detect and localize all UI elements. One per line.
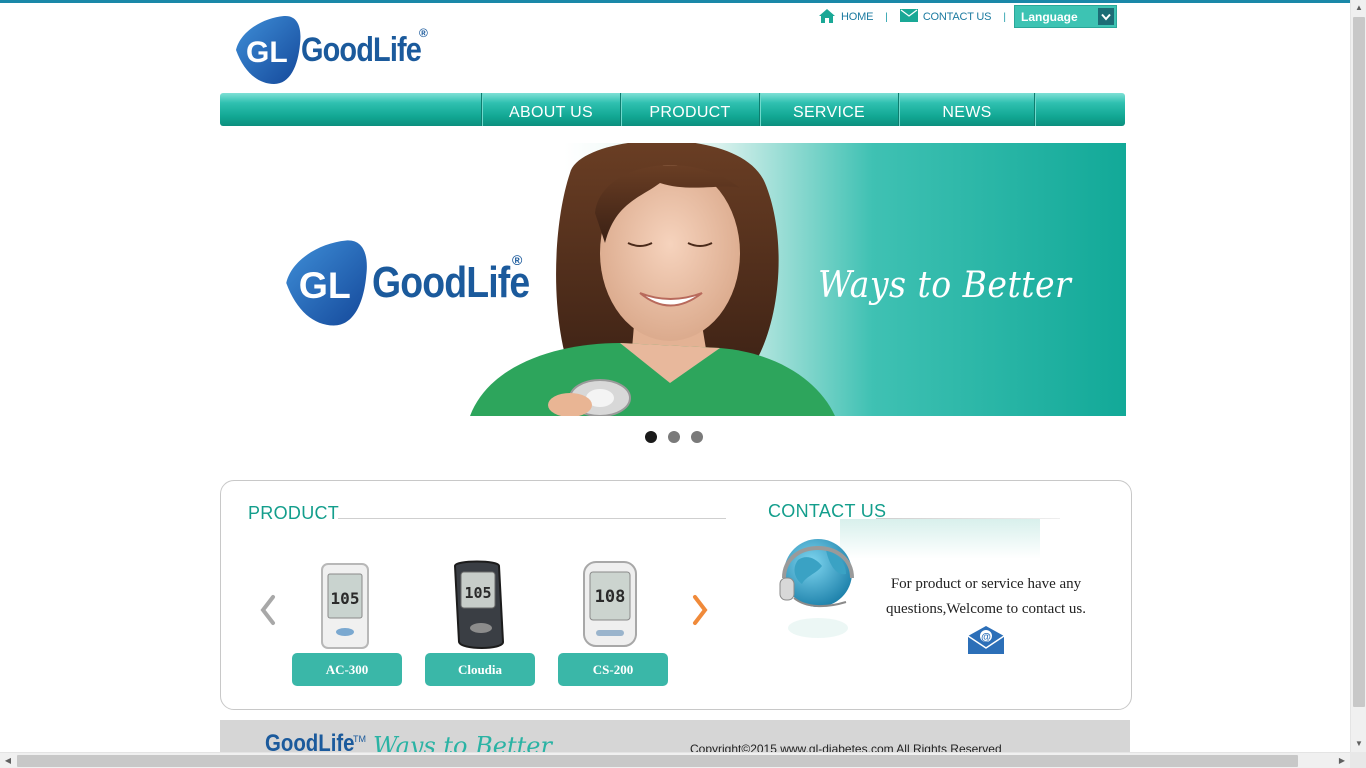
chevron-down-icon[interactable] — [1098, 8, 1114, 25]
carousel-prev-button[interactable] — [256, 593, 280, 627]
vertical-scrollbar-thumb[interactable] — [1353, 17, 1365, 707]
nav-item-label: SERVICE — [792, 104, 866, 121]
nav-item-product[interactable]: PRODUCT — [620, 93, 759, 126]
product-section-title: PRODUCT — [248, 503, 340, 523]
banner-logo-wordmark: GoodLife — [372, 258, 530, 307]
product-card-cs-200[interactable]: 108 CS-200 — [558, 556, 668, 686]
footer-logo-tm: TM — [353, 734, 366, 744]
vertical-scrollbar[interactable]: ▲ ▼ — [1350, 0, 1366, 752]
glucose-meter-image[interactable]: 105 — [292, 556, 402, 652]
scrollbar-corner — [1350, 752, 1366, 768]
site-footer: GoodLife TM Ways to Better Copyright©201… — [220, 720, 1130, 752]
horizontal-scrollbar-thumb[interactable] — [17, 755, 1298, 767]
contact-message: For product or service have any question… — [886, 576, 1086, 617]
contact-us-link-label: CONTACT US — [922, 11, 992, 23]
hero-banner[interactable]: GL GoodLife ® Ways to Better — [220, 143, 1126, 416]
banner-logo-registered-mark: ® — [512, 252, 523, 268]
slider-dots — [645, 431, 703, 443]
scroll-left-arrow-icon[interactable]: ◀ — [0, 753, 16, 768]
chevron-right-icon — [693, 595, 708, 625]
nav-item-about-us[interactable]: ABOUT US — [481, 93, 620, 126]
language-select-label: Language — [1021, 9, 1078, 24]
nav-item-label: NEWS — [942, 104, 992, 121]
globe-headset-icon — [776, 528, 862, 644]
slider-dot-1[interactable] — [645, 431, 657, 443]
svg-text:@: @ — [981, 632, 991, 643]
product-button[interactable]: AC-300 — [292, 653, 402, 686]
footer-tagline: Ways to Better — [373, 732, 552, 752]
footer-logo: GoodLife — [265, 730, 355, 752]
separator: | — [1003, 11, 1006, 23]
home-icon — [818, 8, 836, 27]
chevron-left-icon — [260, 595, 275, 625]
glucose-meter-image[interactable]: 108 — [558, 556, 668, 652]
banner-logo: GL GoodLife ® — [280, 238, 557, 328]
banner-tagline: Ways to Better — [818, 265, 1072, 306]
logo-wordmark: GoodLife — [300, 30, 422, 69]
product-card-ac-300[interactable]: 105 AC-300 — [292, 556, 402, 686]
horizontal-scrollbar[interactable]: ◀ ▶ — [0, 752, 1350, 768]
separator: | — [885, 11, 888, 23]
nav-item-label: PRODUCT — [649, 104, 731, 121]
home-link[interactable]: HOME — [818, 8, 873, 27]
scroll-up-arrow-icon[interactable]: ▲ — [1351, 0, 1366, 16]
slider-dot-2[interactable] — [668, 431, 680, 443]
product-card-cloudia[interactable]: 105 Cloudia — [425, 556, 535, 686]
contact-us-link[interactable]: CONTACT US — [899, 9, 992, 25]
top-accent-line — [0, 0, 1350, 3]
meter-display: 105 — [464, 584, 491, 602]
nav-item-label: ABOUT US — [509, 104, 593, 121]
carousel-next-button[interactable] — [688, 593, 712, 627]
glucose-meter-image[interactable]: 105 — [425, 556, 535, 652]
mail-icon — [899, 9, 918, 25]
slider-dot-3[interactable] — [691, 431, 703, 443]
home-link-label: HOME — [841, 11, 874, 23]
contact-header-shade — [840, 519, 1040, 559]
main-nav: ABOUT US PRODUCT SERVICE NEWS — [220, 93, 1125, 126]
logo-mark-text: GL — [246, 36, 288, 69]
banner-logo-badge: GL — [280, 238, 370, 328]
meter-display: 108 — [595, 587, 626, 607]
product-button[interactable]: CS-200 — [558, 653, 668, 686]
nav-item-service[interactable]: SERVICE — [759, 93, 898, 126]
top-links: HOME | CONTACT US | — [818, 8, 1018, 26]
nav-divider — [1034, 93, 1035, 126]
product-section-rule — [338, 518, 726, 519]
site-logo[interactable]: GL GoodLife ® — [232, 12, 442, 88]
logo-registered-mark: ® — [419, 26, 428, 40]
scroll-down-arrow-icon[interactable]: ▼ — [1351, 736, 1366, 752]
logo-badge: GL — [232, 14, 301, 86]
language-select[interactable]: Language — [1014, 5, 1117, 28]
banner-logo-mark-text: GL — [299, 264, 351, 306]
meter-display: 105 — [331, 589, 360, 608]
scroll-right-arrow-icon[interactable]: ▶ — [1334, 753, 1350, 768]
nav-item-news[interactable]: NEWS — [898, 93, 1035, 126]
product-button[interactable]: Cloudia — [425, 653, 535, 686]
footer-copyright: Copyright©2015 www.gl-diabetes.com All R… — [690, 742, 1002, 752]
email-envelope-icon[interactable]: @ — [966, 624, 1006, 658]
